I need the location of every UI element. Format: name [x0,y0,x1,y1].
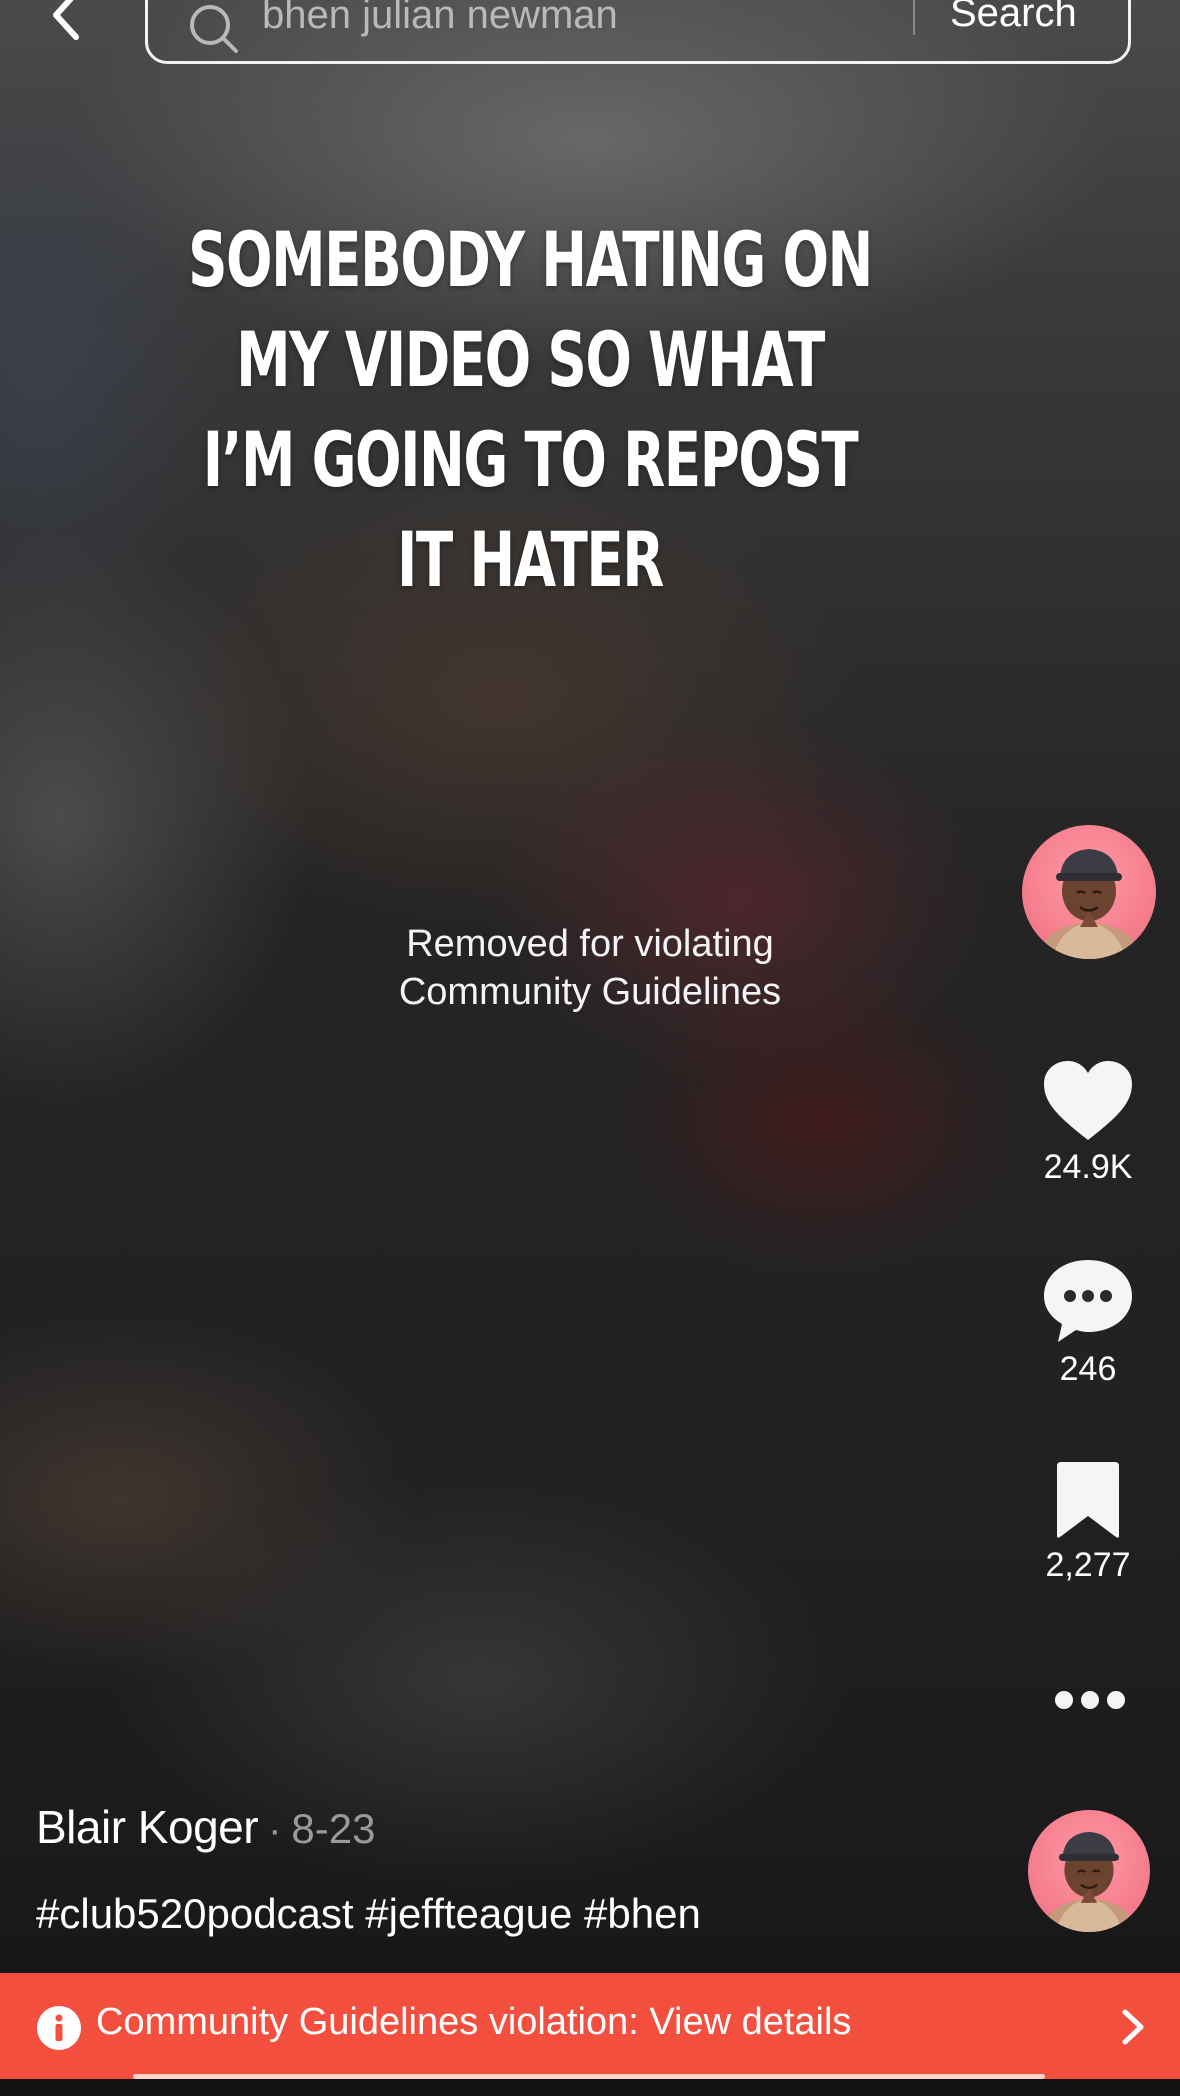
avatar-illustration [1041,849,1137,959]
removed-notice: Removed for violating Community Guidelin… [290,920,890,1016]
search-bar[interactable]: bhen julian newman Search [145,0,1131,64]
comment-count: 246 [1059,1350,1117,1388]
creator-avatar[interactable] [1022,825,1156,959]
comment-button[interactable]: 246 [1018,1258,1158,1389]
removed-notice-line2: Community Guidelines [398,971,782,1013]
video-caption-overlay: Somebody hating on my video so what I’m … [188,215,873,604]
sound-avatar-illustration [1045,1831,1133,1932]
hashtags[interactable]: #club520podcast #jeffteague #bhen [36,1890,701,1938]
search-divider [913,0,915,35]
removed-notice-line1: Removed for violating [406,923,774,965]
search-input[interactable]: bhen julian newman [262,0,618,38]
save-button[interactable]: 2,277 [1018,1460,1158,1585]
back-icon [53,0,79,40]
like-button[interactable]: 24.9K [1018,1060,1158,1187]
comment-icon [1044,1260,1132,1342]
violation-text: Community Guidelines violation: View det… [96,2001,852,2043]
more-options-button[interactable] [1054,1684,1126,1716]
video-screen: bhen julian newman Search Somebody hatin… [0,0,1180,2096]
chevron-right-icon [1122,2009,1144,2045]
more-icon [1055,1691,1125,1709]
home-indicator[interactable] [133,2074,1045,2079]
author-line: Blair Koger · 8-23 [36,1800,375,1854]
heart-icon [1044,1061,1132,1140]
save-count: 2,277 [1045,1546,1131,1584]
search-button[interactable]: Search [950,0,1077,36]
post-date: 8-23 [291,1805,376,1852]
author-name[interactable]: Blair Koger [36,1800,259,1854]
like-count: 24.9K [1043,1148,1133,1186]
search-icon [190,5,238,53]
bookmark-icon [1057,1462,1119,1538]
violation-banner[interactable]: Community Guidelines violation: View det… [0,1973,1180,2079]
separator-dot: · [268,1808,282,1852]
back-button[interactable] [36,0,96,50]
sound-avatar[interactable] [1028,1810,1150,1932]
info-icon [37,2006,81,2050]
